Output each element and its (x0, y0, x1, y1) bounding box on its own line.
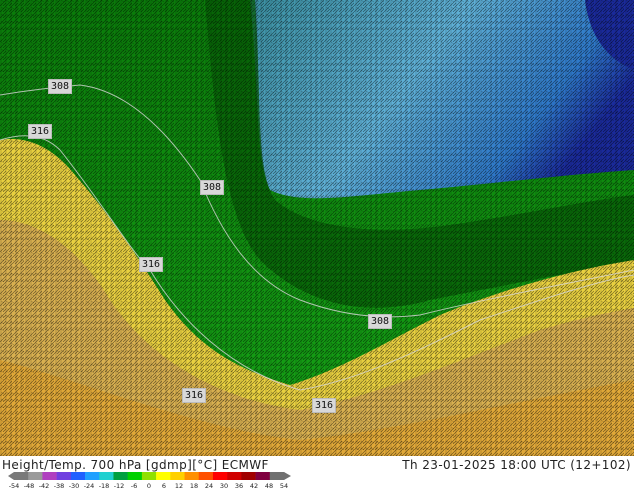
colorbar-swatch (14, 472, 29, 480)
colorbar-swatch (56, 472, 72, 480)
colorbar-swatch (85, 472, 100, 480)
colorbar: -54 -48 -42 -38 -30 -24 -18 -12 -6 0 6 12 18 24 30 36 42… (8, 472, 291, 490)
colorbar-tick-label: 36 (235, 482, 243, 490)
colorbar-tick-label: -18 (99, 482, 110, 490)
colorbar-tick-label: -24 (84, 482, 95, 490)
weather-map (0, 0, 634, 456)
contour-label: 316 (182, 388, 207, 403)
footer-bar: Height/Temp. 700 hPa [gdmp][°C] ECMWF Th… (0, 456, 634, 490)
colorbar-tick-label: 6 (162, 482, 166, 490)
contour-label: 316 (139, 257, 164, 272)
colorbar-tick-label: 42 (250, 482, 258, 490)
colorbar-tick-label: 12 (175, 482, 183, 490)
colorbar-tick-label: -38 (54, 482, 65, 490)
colorbar-swatch (141, 472, 157, 480)
colorbar-swatch (127, 472, 143, 480)
map-title: Height/Temp. 700 hPa [gdmp][°C] ECMWF (2, 458, 269, 472)
colorbar-swatch (70, 472, 86, 480)
colorbar-tick-label: -12 (114, 482, 125, 490)
colorbar-tick-label: -30 (69, 482, 80, 490)
colorbar-tick-label: 24 (205, 482, 213, 490)
colorbar-tick-label: -54 (9, 482, 20, 490)
contour-label: 308 (48, 79, 73, 94)
colorbar-swatch (198, 472, 214, 480)
colorbar-tick-label: 48 (265, 482, 273, 490)
wind-barbs-layer-2 (0, 0, 634, 456)
colorbar-tick-label: -42 (39, 482, 50, 490)
contour-label: 308 (200, 180, 225, 195)
colorbar-arrow-left (8, 472, 14, 480)
colorbar-swatch (156, 472, 171, 480)
colorbar-tick-label: 0 (147, 482, 151, 490)
colorbar-swatch (255, 472, 271, 480)
contour-label: 308 (368, 314, 393, 329)
colorbar-tick-label: -6 (131, 482, 137, 490)
colorbar-swatch (28, 472, 43, 480)
colorbar-swatch (170, 472, 185, 480)
colorbar-tick-label: -48 (24, 482, 35, 490)
colorbar-swatch (42, 472, 57, 480)
colorbar-swatch (212, 472, 228, 480)
colorbar-swatch (269, 472, 285, 480)
model-label: ECMWF (221, 458, 269, 472)
colorbar-swatch (227, 472, 242, 480)
colorbar-tick-label: 18 (190, 482, 198, 490)
colorbar-swatch (99, 472, 114, 480)
contour-label: 316 (28, 124, 53, 139)
colorbar-swatch (241, 472, 256, 480)
colorbar-arrow-right (284, 472, 291, 480)
colorbar-swatch (113, 472, 128, 480)
colorbar-tick-label: 30 (220, 482, 228, 490)
valid-time: Th 23-01-2025 18:00 UTC (12+102) (402, 458, 631, 472)
colorbar-tick-label: 54 (280, 482, 288, 490)
colorbar-swatch (184, 472, 200, 480)
variable-label: Height/Temp. 700 hPa [gdmp][°C] (2, 458, 218, 472)
contour-label: 316 (312, 398, 337, 413)
